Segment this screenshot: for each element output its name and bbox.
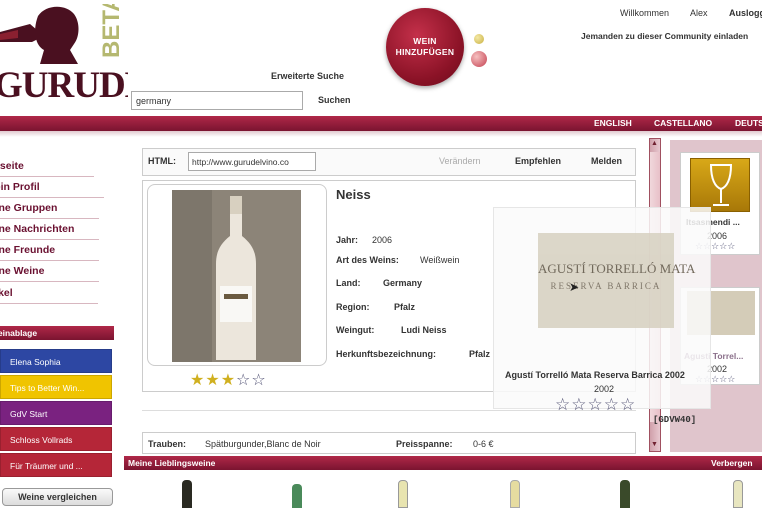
clipboard-item[interactable]: Elena Sophia xyxy=(0,349,112,373)
scroll-down-icon[interactable]: ▼ xyxy=(651,441,658,448)
drinker-silhouette-icon xyxy=(0,6,79,64)
nav-groups[interactable]: Meine Gruppen xyxy=(0,198,99,219)
nav-friends[interactable]: Meine Freunde xyxy=(0,240,99,261)
embed-url-input[interactable]: http://www.gurudelvino.co xyxy=(188,152,316,171)
logo-text: GURUDELVINO xyxy=(0,65,128,106)
price-label: Preisspanne: xyxy=(396,439,453,449)
popup-year: 2002 xyxy=(594,384,615,394)
report-link[interactable]: Melden xyxy=(591,156,622,166)
favorite-bottle-icon[interactable] xyxy=(182,480,192,508)
language-bar xyxy=(0,116,762,131)
lang-castellano[interactable]: CASTELLANO xyxy=(654,118,712,128)
username-link[interactable]: Alex xyxy=(690,8,708,18)
wine-photo xyxy=(172,190,301,362)
wine-code: [GDVW40] xyxy=(653,415,697,425)
favorite-bottle-icon[interactable] xyxy=(733,480,743,508)
field-label: Jahr: xyxy=(336,235,359,245)
scroll-up-icon[interactable]: ▲ xyxy=(651,140,658,147)
field-label: Region: xyxy=(336,302,370,312)
recommend-link[interactable]: Empfehlen xyxy=(515,156,561,166)
compare-wines-button[interactable]: Weine vergleichen xyxy=(2,488,113,506)
nav-messages[interactable]: Meine Nachrichten xyxy=(0,219,99,240)
field-value[interactable]: Pfalz xyxy=(394,302,415,312)
favorite-bottle-icon[interactable] xyxy=(620,480,630,508)
field-value: 2006 xyxy=(372,235,393,245)
star-empty-icon[interactable]: ☆ xyxy=(571,395,587,414)
popup-rating-stars[interactable]: ☆☆☆☆☆ xyxy=(555,395,636,415)
favorite-bottle-icon[interactable] xyxy=(292,484,302,508)
favorites-label: Meine Lieblingsweine xyxy=(128,458,216,468)
clipboard-title: Weinablage xyxy=(0,328,38,338)
bar-shadow xyxy=(0,131,762,137)
favorites-bar xyxy=(124,456,762,470)
clipboard-item[interactable]: Für Träumer und ... xyxy=(0,453,112,477)
beta-badge: BETA xyxy=(99,4,125,58)
add-wine-button[interactable]: WEIN HINZUFÜGEN xyxy=(386,8,464,86)
wine-glass-icon xyxy=(690,158,750,212)
clipboard-item[interactable]: Schloss Vollrads xyxy=(0,427,112,451)
clipboard-item[interactable]: Tips to Better Win... xyxy=(0,375,112,399)
welcome-text: Willkommen xyxy=(620,8,670,18)
star-empty-icon[interactable]: ☆ xyxy=(251,372,266,389)
field-value[interactable]: Pfalz xyxy=(469,349,490,359)
nav-articles[interactable]: Artikel xyxy=(0,283,98,304)
advanced-search-link[interactable]: Erweiterte Suche xyxy=(271,71,344,81)
grapes-label: Trauben: xyxy=(148,439,187,449)
invite-link[interactable]: Jemanden zu dieser Community einladen xyxy=(581,31,748,41)
search-input[interactable] xyxy=(131,91,303,110)
decor-dot-icon xyxy=(471,51,487,67)
add-wine-label-2: HINZUFÜGEN xyxy=(395,47,455,57)
mouse-cursor-icon: ➤ xyxy=(569,280,580,294)
star-empty-icon[interactable]: ☆ xyxy=(555,395,571,414)
wine-rating-stars[interactable]: ★★★☆☆ xyxy=(190,370,267,390)
logout-link[interactable]: Ausloggen xyxy=(729,8,762,18)
field-label: Land: xyxy=(336,278,361,288)
clipboard-item[interactable]: GdV Start xyxy=(0,401,112,425)
field-value[interactable]: Ludi Neiss xyxy=(401,325,447,335)
beta-text: BETA xyxy=(99,4,125,58)
field-value: Weißwein xyxy=(420,255,460,265)
html-label: HTML: xyxy=(148,156,176,166)
wine-label-subtext: RESERVA BARRICA xyxy=(550,281,662,291)
nav-profile[interactable]: Mein Profil xyxy=(0,177,104,198)
wine-name: Neiss xyxy=(336,187,371,202)
star-filled-icon[interactable]: ★ xyxy=(221,372,236,389)
star-empty-icon[interactable]: ☆ xyxy=(588,395,604,414)
star-filled-icon[interactable]: ★ xyxy=(190,372,205,389)
clipboard-header: Weinablage xyxy=(0,326,114,340)
field-label: Art des Weins: xyxy=(336,255,399,265)
favorite-bottle-icon[interactable] xyxy=(398,480,408,508)
add-wine-label-1: WEIN xyxy=(413,36,437,46)
favorites-toggle[interactable]: Verbergen xyxy=(711,458,753,468)
wine-label-image: AGUSTÍ TORRELLÓ MATA RESERVA BARRICA xyxy=(538,233,696,328)
wine-label-text: AGUSTÍ TORRELLÓ MATA xyxy=(538,261,696,276)
field-value[interactable]: Germany xyxy=(383,278,422,288)
star-filled-icon[interactable]: ★ xyxy=(205,372,220,389)
field-label: Weingut: xyxy=(336,325,375,335)
decor-dot-icon xyxy=(474,34,484,44)
popup-wine-title[interactable]: Agustí Torrelló Mata Reserva Barrica 200… xyxy=(505,370,685,380)
edit-link[interactable]: Verändern xyxy=(439,156,481,166)
bottle-photo-icon xyxy=(172,190,301,362)
lang-deutsch[interactable]: DEUTSCH xyxy=(735,118,762,128)
nav-wines[interactable]: Meine Weine xyxy=(0,261,99,282)
field-label: Herkunftsbezeichnung: xyxy=(336,349,437,359)
star-empty-icon[interactable]: ☆ xyxy=(236,372,251,389)
lang-english[interactable]: ENGLISH xyxy=(594,118,632,128)
price-value: 0-6 € xyxy=(473,439,494,449)
favorite-bottle-icon[interactable] xyxy=(510,480,520,508)
star-empty-icon[interactable]: ☆ xyxy=(620,395,636,414)
nav-home[interactable]: Startseite xyxy=(0,156,94,177)
search-button[interactable]: Suchen xyxy=(318,95,351,105)
site-logo[interactable]: GURUDELVINO BETA xyxy=(0,0,128,112)
star-empty-icon[interactable]: ☆ xyxy=(604,395,620,414)
grapes-value: Spätburgunder,Blanc de Noir xyxy=(205,439,321,449)
